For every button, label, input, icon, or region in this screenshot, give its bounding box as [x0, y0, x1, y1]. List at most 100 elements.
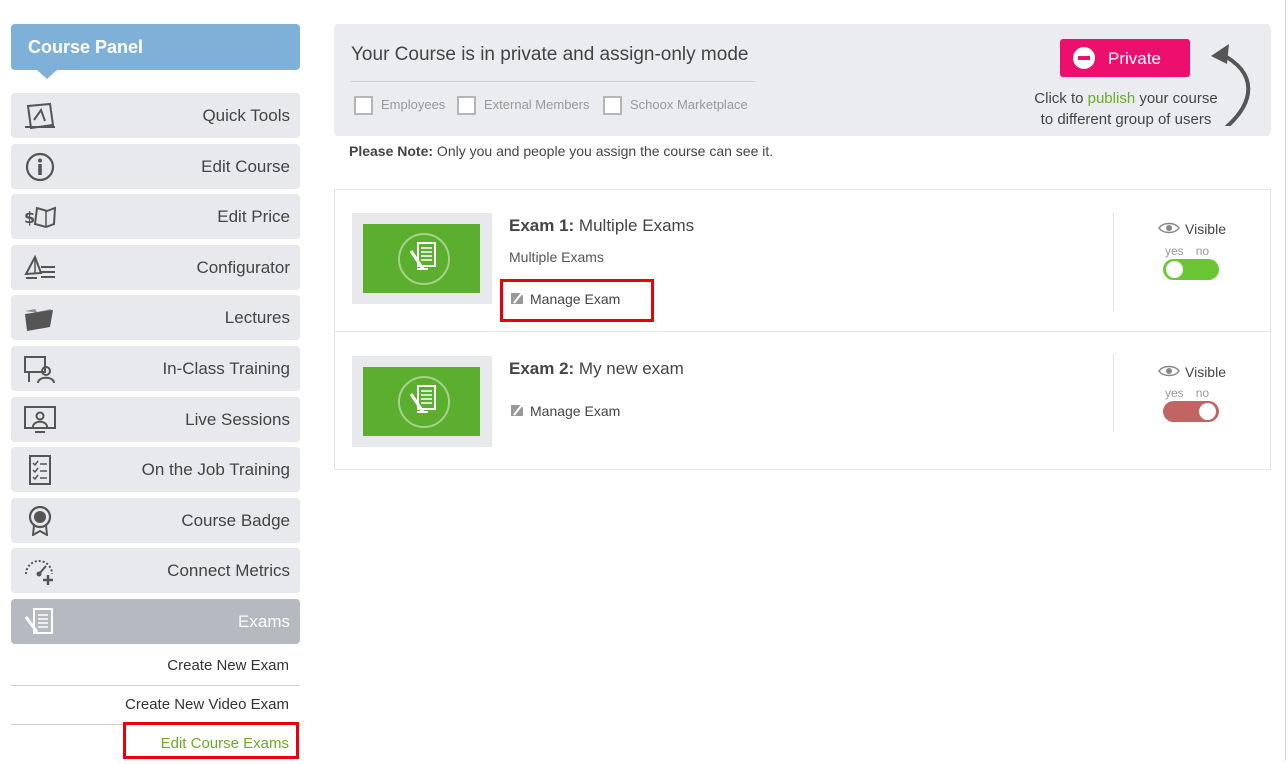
nav-item-label: Quick Tools: [202, 106, 290, 125]
checklist-icon: [23, 455, 57, 486]
nav-item-edit-course[interactable]: Edit Course: [11, 143, 300, 189]
visible-text: Visible: [1185, 221, 1226, 237]
visibility-toggle[interactable]: [1163, 259, 1219, 280]
visibility-toggle[interactable]: [1163, 401, 1219, 422]
exam-name: My new exam: [574, 359, 684, 378]
exam-icon: [398, 233, 450, 285]
course-panel-nav: Quick Tools Edit Course $ Edit Price Con…: [11, 93, 300, 650]
nav-item-label: Connect Metrics: [167, 561, 290, 581]
private-button[interactable]: Private: [1060, 39, 1190, 77]
exam-row: Exam 1: Multiple Exams Multiple Exams Ma…: [335, 190, 1270, 330]
classroom-icon: [23, 354, 57, 384]
nav-item-connect-metrics[interactable]: Connect Metrics: [11, 548, 300, 594]
nav-item-edit-price[interactable]: $ Edit Price: [11, 194, 300, 240]
no-entry-icon: [1073, 47, 1095, 69]
nav-item-exams[interactable]: Exams: [11, 598, 300, 644]
no-label: no: [1195, 386, 1210, 400]
yes-label: yes: [1165, 386, 1184, 400]
nav-item-label: Edit Price: [217, 207, 290, 227]
exam-name: Multiple Exams: [574, 216, 695, 235]
live-session-icon: [23, 405, 57, 435]
nav-item-label: Edit Course: [201, 156, 290, 176]
nav-item-quick-tools[interactable]: Quick Tools: [11, 93, 300, 138]
exam-list: Exam 1: Multiple Exams Multiple Exams Ma…: [334, 189, 1271, 470]
exam-number: Exam 1:: [509, 216, 575, 235]
divider: [1113, 212, 1114, 311]
checkbox-box[interactable]: [457, 96, 476, 115]
toggle-knob: [1166, 261, 1183, 278]
checkbox-label: Employees: [381, 96, 446, 112]
nav-item-configurator[interactable]: Configurator: [11, 244, 300, 290]
toggle-knob: [1199, 403, 1216, 420]
exam-number: Exam 2:: [509, 359, 575, 378]
curved-arrow-icon: [1211, 44, 1251, 126]
note-label: Please Note:: [349, 143, 434, 159]
edit-icon: [511, 405, 523, 416]
scrollbar-edge: [1285, 0, 1286, 761]
privacy-panel: Your Course is in private and assign-onl…: [334, 24, 1271, 136]
employees-checkbox[interactable]: Employees: [354, 96, 445, 115]
exam-icon: [398, 376, 450, 428]
nav-item-label: In-Class Training: [162, 358, 290, 378]
highlight-manage-exam: [500, 279, 654, 322]
nav-item-lectures[interactable]: Lectures: [11, 295, 300, 341]
external-members-checkbox[interactable]: External Members: [457, 96, 589, 115]
note-text: Only you and people you assign the cours…: [433, 143, 774, 159]
help-text-line2: to different group of users: [1040, 111, 1212, 128]
visible-label: Visible: [1158, 221, 1226, 237]
schoox-marketplace-checkbox[interactable]: Schoox Marketplace: [603, 96, 748, 115]
price-icon: $: [23, 202, 57, 232]
divider: [1113, 354, 1114, 432]
metrics-icon: [23, 556, 57, 586]
checkbox-label: External Members: [484, 96, 590, 112]
nav-item-label: Lectures: [224, 308, 290, 328]
exam-thumbnail[interactable]: [352, 213, 492, 304]
visible-text: Visible: [1185, 364, 1226, 380]
exam-subtitle: Multiple Exams: [509, 249, 604, 265]
nav-item-label: On the Job Training: [141, 460, 290, 480]
help-text-end: your course: [1135, 90, 1218, 107]
course-panel-title: Course Panel: [11, 24, 300, 79]
exam-row: Exam 2: My new exam Manage Exam Visible …: [335, 331, 1270, 471]
nav-item-live-sessions[interactable]: Live Sessions: [11, 396, 300, 442]
nav-item-course-badge[interactable]: Course Badge: [11, 497, 300, 543]
nav-item-label: Exams: [238, 611, 290, 631]
checkbox-label: Schoox Marketplace: [630, 96, 748, 112]
private-button-label: Private: [1108, 49, 1161, 68]
create-new-video-exam-link[interactable]: Create New Video Exam: [11, 686, 300, 725]
yes-label: yes: [1165, 244, 1184, 258]
privacy-note: Please Note: Only you and people you ass…: [349, 143, 773, 159]
nav-item-in-class-training[interactable]: In-Class Training: [11, 345, 300, 391]
folder-icon: [23, 303, 57, 333]
manage-exam-link[interactable]: Manage Exam: [510, 403, 620, 419]
exam-thumbnail[interactable]: [352, 356, 492, 447]
privacy-status-text: Your Course is in private and assign-onl…: [351, 44, 749, 65]
nav-item-on-the-job-training[interactable]: On the Job Training: [11, 447, 300, 493]
no-label: no: [1195, 244, 1210, 258]
publish-link[interactable]: publish: [1088, 90, 1136, 107]
exam-title[interactable]: Exam 2: My new exam: [509, 359, 684, 379]
visibility-yes-no: yes no: [1165, 386, 1221, 400]
nav-item-label: Course Badge: [181, 510, 290, 530]
exam-icon: [23, 607, 57, 637]
checkbox-box[interactable]: [603, 96, 622, 115]
nav-item-label: Live Sessions: [185, 409, 290, 429]
visibility-yes-no: yes no: [1165, 244, 1221, 258]
highlight-edit-course-exams: [123, 722, 299, 759]
badge-icon: [23, 505, 57, 537]
eye-icon: [1158, 365, 1180, 377]
help-text-start: Click to: [1034, 90, 1088, 107]
eye-icon: [1158, 222, 1180, 234]
nav-item-label: Configurator: [196, 257, 290, 277]
exam-title[interactable]: Exam 1: Multiple Exams: [509, 216, 694, 236]
divider: [351, 81, 755, 82]
visible-label: Visible: [1158, 364, 1226, 380]
manage-exam-label: Manage Exam: [530, 403, 621, 419]
configurator-icon: [23, 253, 57, 283]
create-new-exam-link[interactable]: Create New Exam: [11, 647, 300, 686]
checkbox-box[interactable]: [354, 96, 373, 115]
info-icon: [23, 152, 57, 182]
svg-text:$: $: [24, 208, 35, 227]
quick-tools-icon: [23, 101, 57, 131]
publish-help-text: Click to publish your course to differen…: [1024, 88, 1228, 130]
